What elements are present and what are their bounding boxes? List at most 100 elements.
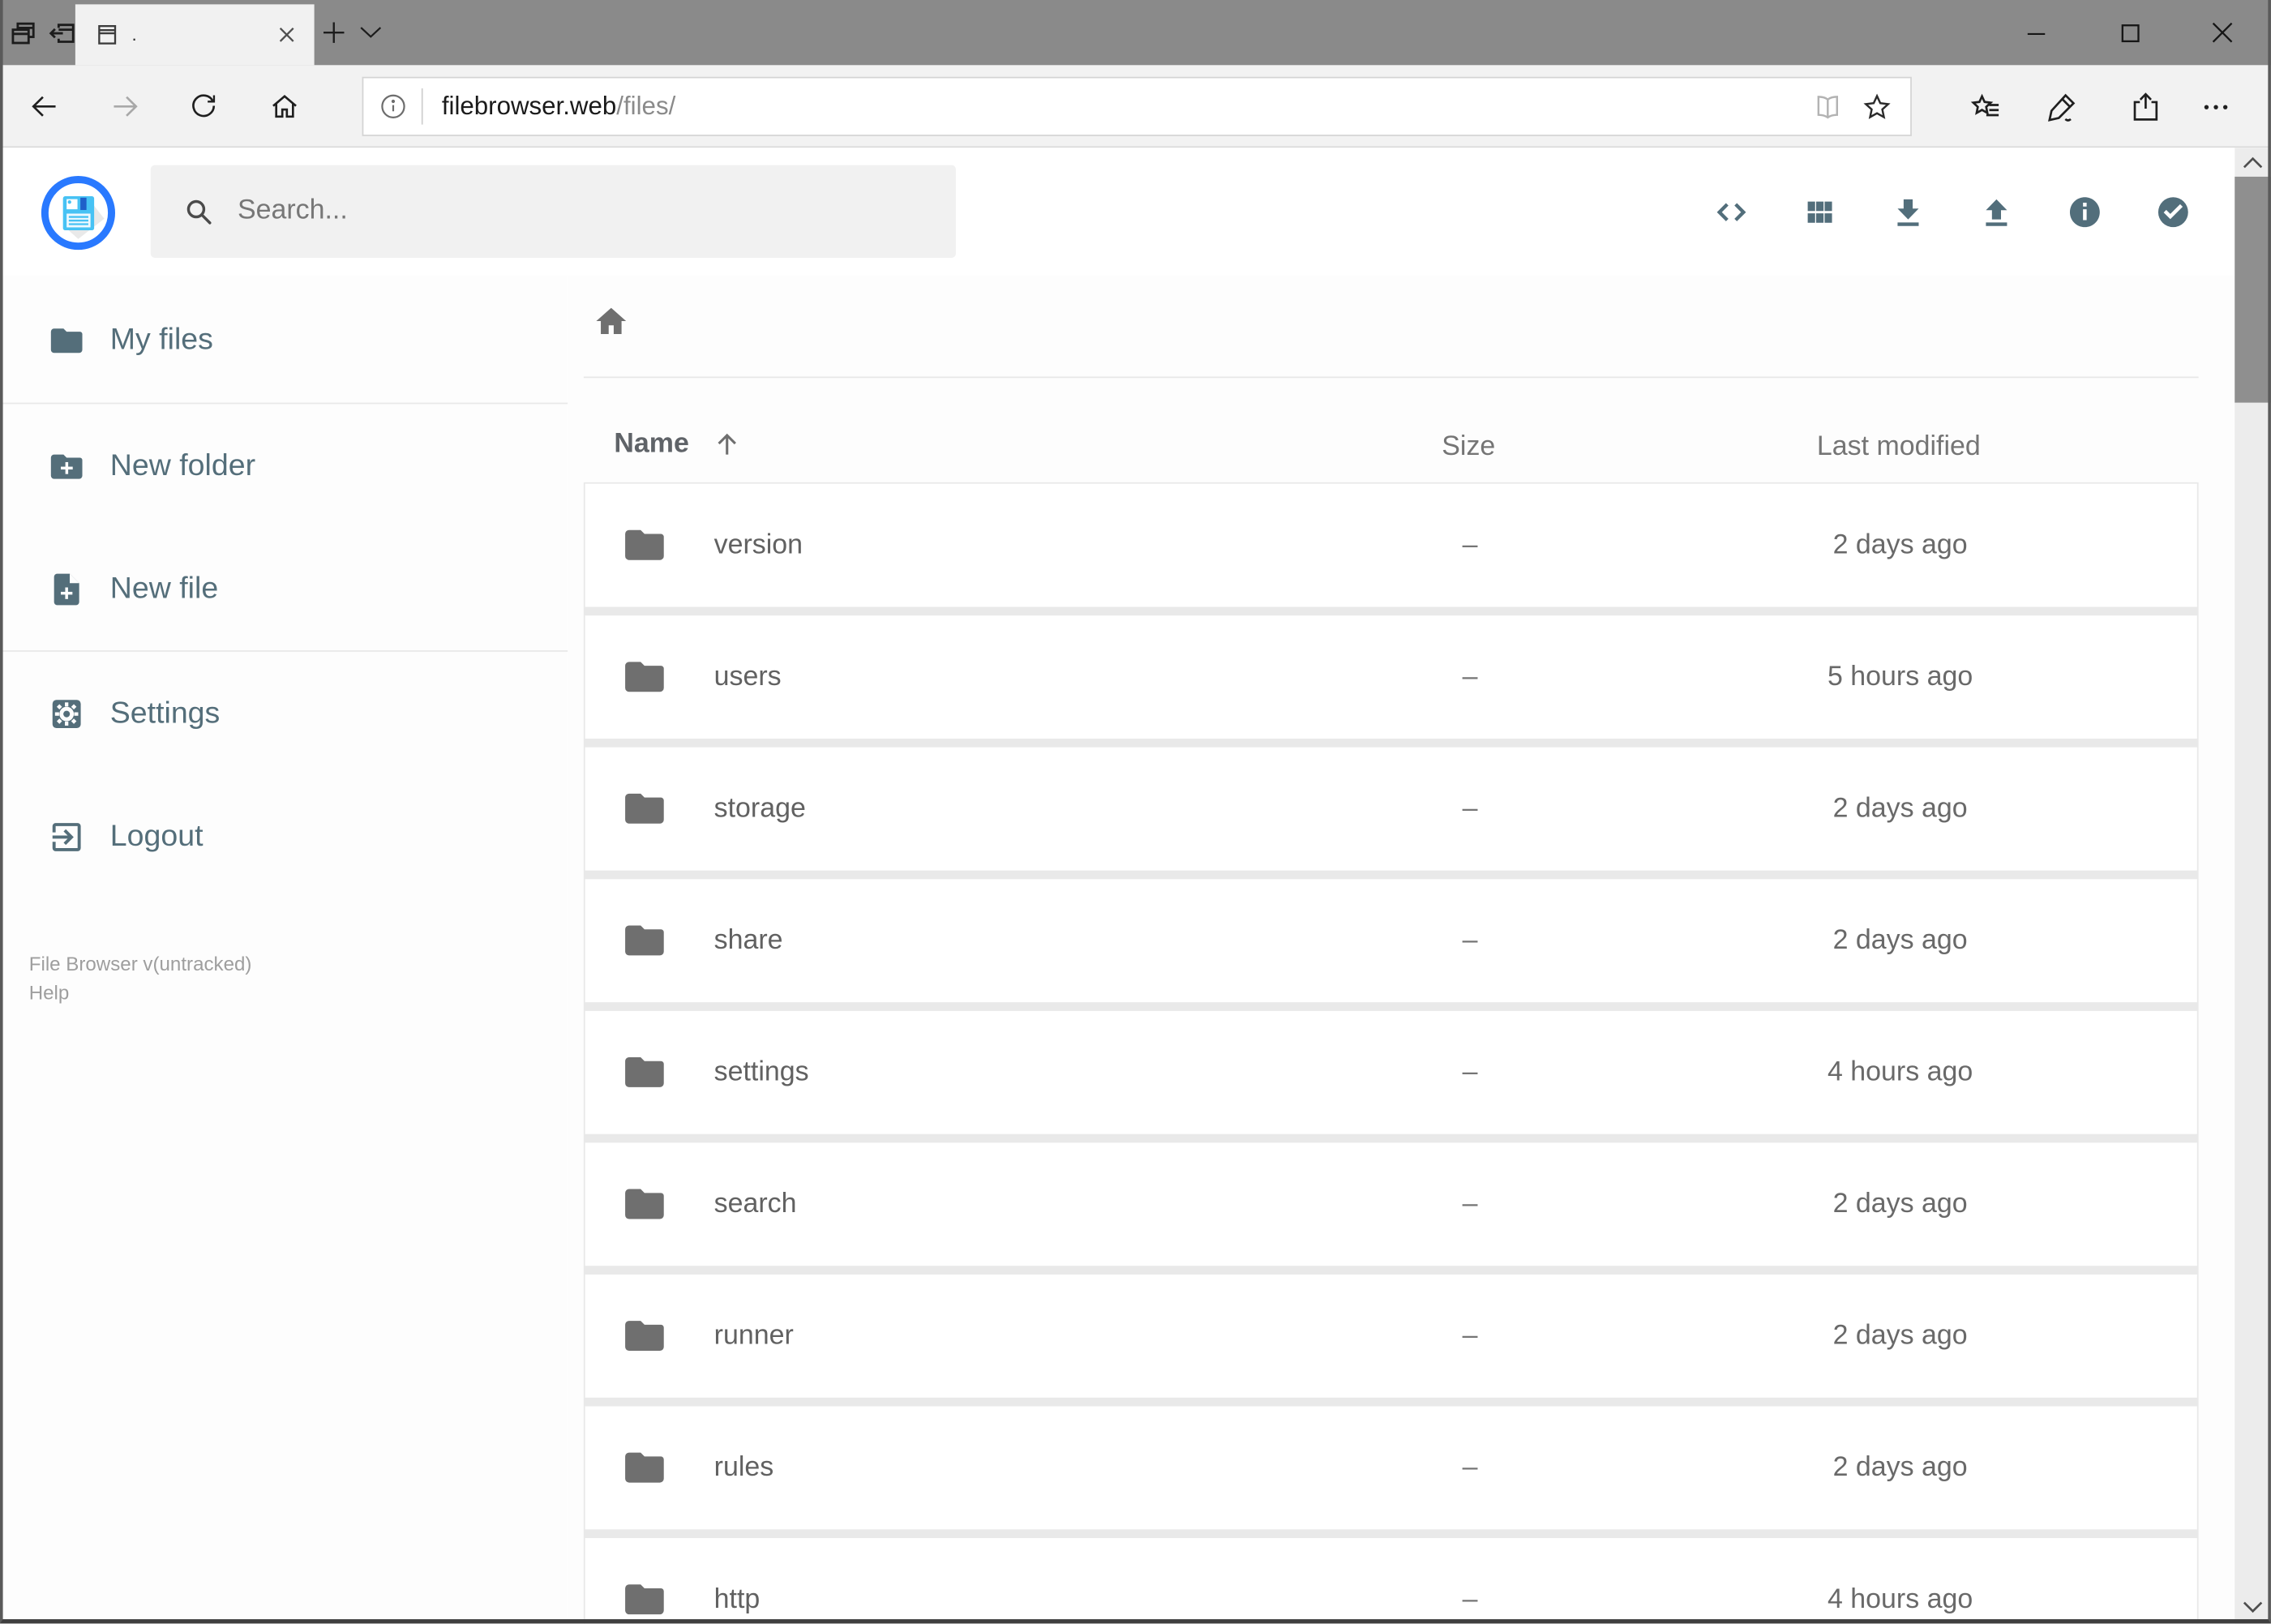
sidebar-divider [0, 402, 568, 405]
file-rows: version – 2 days ago users – 5 hours ago… [583, 482, 2199, 1624]
back-icon[interactable] [29, 92, 60, 122]
filebrowser-logo[interactable] [41, 175, 116, 251]
folder-icon [621, 1048, 667, 1095]
folder-icon [621, 521, 667, 568]
page-scrollbar[interactable] [2235, 148, 2271, 1624]
file-size: – [1462, 529, 1478, 560]
sidebar-label: My files [109, 323, 213, 357]
column-header-modified[interactable]: Last modified [1682, 431, 2116, 463]
reading-view-icon[interactable] [1812, 91, 1844, 122]
sidebar-label: New folder [109, 448, 256, 482]
web-note-pen-icon[interactable] [2045, 90, 2080, 125]
file-name: settings [713, 1056, 809, 1087]
file-size: – [1462, 792, 1478, 824]
file-modified: 4 hours ago [1827, 1056, 1973, 1087]
column-headers: Name Size Last modified [568, 414, 2235, 482]
titlebar: . [0, 0, 2271, 66]
site-info-icon[interactable] [379, 92, 407, 120]
file-row[interactable]: share – 2 days ago [585, 879, 2197, 1003]
browser-window: . filebrowser.web/files/ Search... My fi… [0, 0, 2271, 1624]
file-size: – [1462, 924, 1478, 956]
search-input[interactable] [234, 194, 956, 229]
browser-navbar: filebrowser.web/files/ [0, 65, 2271, 148]
sidebar-label: Logout [109, 820, 204, 854]
sidebar-item-logout[interactable]: Logout [0, 794, 568, 881]
header-actions [1713, 148, 2235, 275]
file-row[interactable]: settings – 4 hours ago [585, 1010, 2197, 1134]
file-name: search [713, 1188, 797, 1219]
settings-icon [48, 695, 85, 732]
scrollbar-thumb[interactable] [2235, 176, 2271, 403]
shell-toggle-icon[interactable] [1713, 193, 1750, 229]
tab-title: . [131, 24, 137, 45]
folder-icon [621, 1312, 667, 1358]
new-folder-icon [48, 448, 85, 485]
file-name: rules [713, 1451, 774, 1483]
new-tab-button[interactable] [320, 19, 348, 46]
set-tabs-aside-icon[interactable] [48, 19, 77, 48]
sidebar-label: Settings [109, 696, 221, 731]
download-icon[interactable] [1890, 193, 1926, 229]
column-header-size[interactable]: Size [1382, 431, 1555, 463]
column-header-name[interactable]: Name [614, 429, 743, 461]
breadcrumb-divider [583, 376, 2199, 379]
app-header [0, 148, 2235, 276]
folder-icon [621, 1181, 667, 1227]
add-favorite-star-icon[interactable] [1861, 91, 1892, 122]
window-maximize-button[interactable] [2097, 0, 2162, 65]
url-path: /files/ [616, 91, 676, 121]
file-row[interactable]: storage – 2 days ago [585, 747, 2197, 871]
select-check-icon[interactable] [2155, 193, 2192, 229]
url-text[interactable]: filebrowser.web/files/ [442, 92, 1812, 122]
refresh-icon[interactable] [188, 92, 219, 122]
sidebar-footer: File Browser v(untracked) Help [29, 950, 252, 1007]
file-row[interactable]: version – 2 days ago [585, 483, 2197, 607]
breadcrumb-home-icon[interactable] [593, 302, 630, 340]
info-icon[interactable] [2067, 193, 2103, 229]
url-domain: filebrowser.web [441, 91, 617, 121]
help-link[interactable]: Help [29, 979, 252, 1007]
tab-preview-icon[interactable] [9, 19, 38, 48]
sidebar-label: New file [109, 572, 219, 606]
tab-list-chevron-icon[interactable] [358, 22, 383, 45]
more-options-icon[interactable] [2199, 90, 2234, 125]
file-size: – [1462, 1583, 1478, 1614]
sidebar-item-my-files[interactable]: My files [0, 297, 568, 384]
address-separator [421, 88, 423, 125]
file-name: users [713, 661, 782, 692]
file-row[interactable]: http – 4 hours ago [585, 1538, 2197, 1624]
sidebar-item-settings[interactable]: Settings [0, 671, 568, 757]
address-bar[interactable]: filebrowser.web/files/ [362, 76, 1912, 136]
home-icon[interactable] [269, 92, 300, 122]
window-minimize-button[interactable] [2003, 0, 2067, 65]
sidebar-item-new-file[interactable]: New file [0, 546, 568, 632]
file-modified: 4 hours ago [1827, 1583, 1973, 1614]
file-row[interactable]: runner – 2 days ago [585, 1274, 2197, 1398]
scroll-up-icon[interactable] [2235, 148, 2271, 177]
filebrowser-app: My files New folder New file Sett [0, 148, 2271, 1624]
sidebar-item-new-folder[interactable]: New folder [0, 423, 568, 510]
window-close-button[interactable] [2190, 0, 2255, 65]
scroll-down-icon[interactable] [2235, 1592, 2271, 1621]
file-row[interactable]: rules – 2 days ago [585, 1406, 2197, 1530]
search-bar[interactable] [150, 165, 956, 258]
file-listing: Name Size Last modified version – 2 days… [568, 275, 2235, 1624]
file-modified: 5 hours ago [1827, 661, 1973, 692]
file-row[interactable]: users – 5 hours ago [585, 615, 2197, 739]
tab-close-icon[interactable] [275, 24, 298, 47]
forward-icon[interactable] [110, 92, 141, 122]
file-modified: 2 days ago [1832, 924, 1968, 956]
file-size: – [1462, 1056, 1478, 1087]
sidebar: My files New folder New file Settings Lo… [0, 275, 568, 1624]
favorites-hub-icon[interactable] [1969, 90, 2003, 125]
file-row[interactable]: search – 2 days ago [585, 1142, 2197, 1266]
grid-view-icon[interactable] [1802, 193, 1838, 229]
upload-icon[interactable] [1978, 193, 2015, 229]
folder-icon [621, 1575, 667, 1622]
file-modified: 2 days ago [1832, 1188, 1968, 1219]
browser-tab[interactable]: . [75, 4, 315, 66]
share-icon[interactable] [2127, 90, 2162, 125]
file-modified: 2 days ago [1832, 529, 1968, 560]
file-size: – [1462, 1320, 1478, 1351]
sort-ascending-icon [711, 429, 743, 461]
